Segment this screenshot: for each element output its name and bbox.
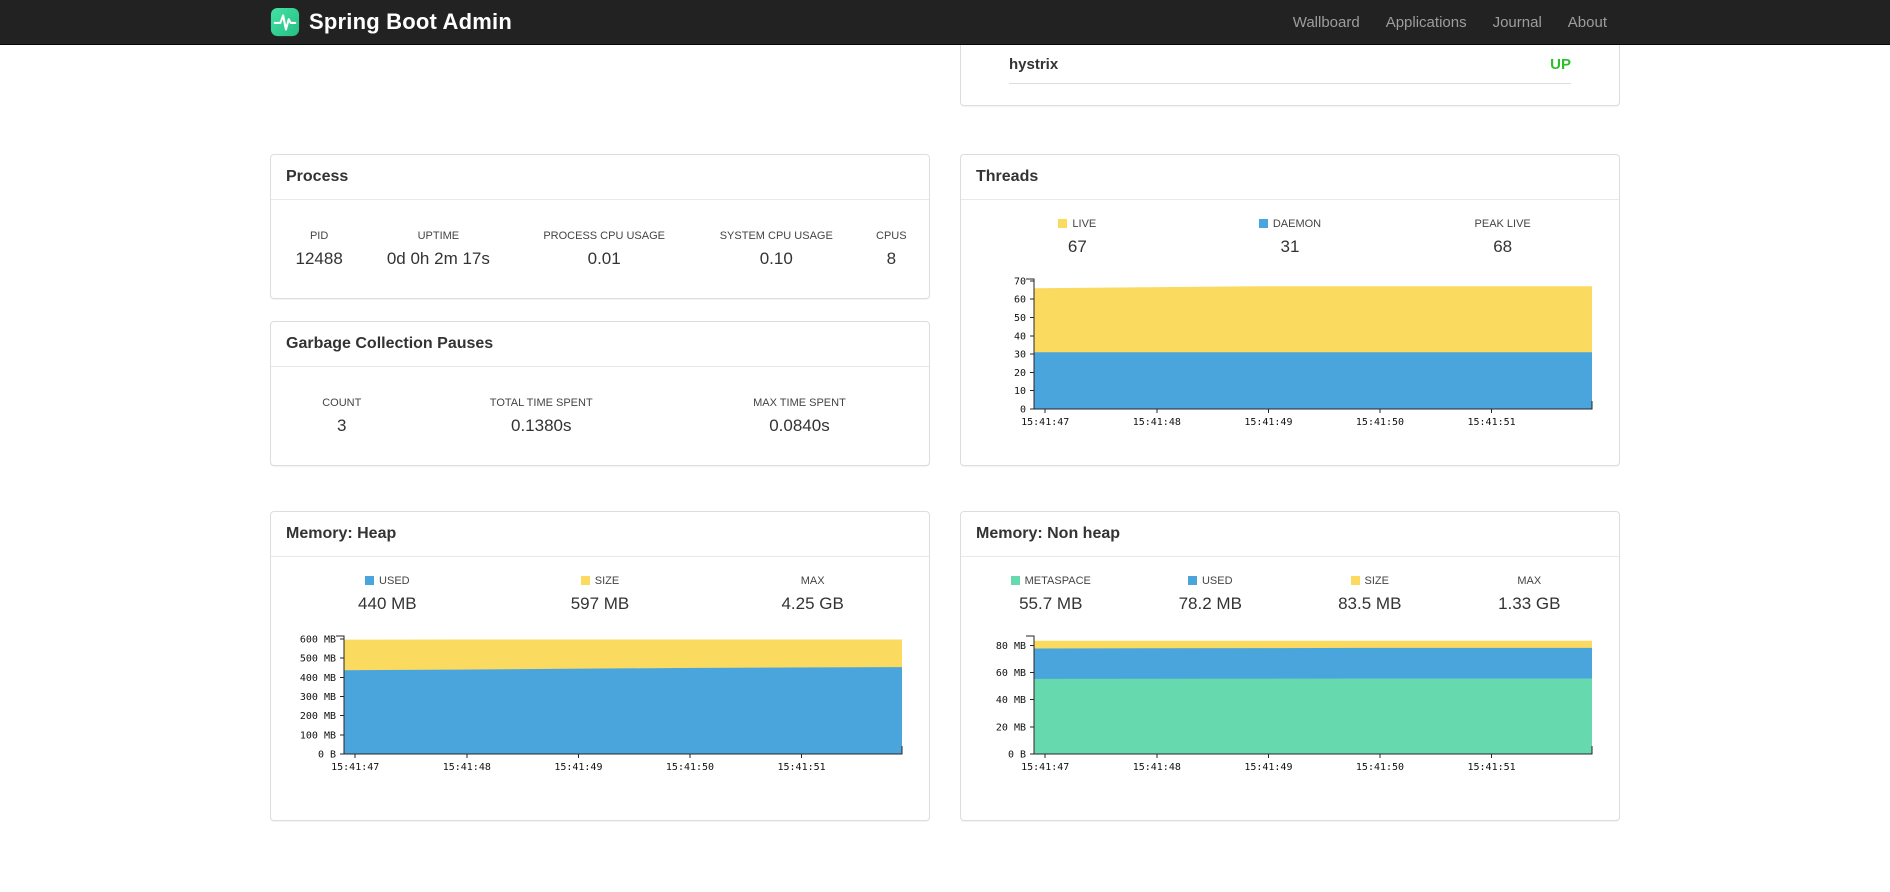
application-row[interactable]: hystrix UP	[1009, 45, 1571, 84]
stat-gc-max-time: MAX TIME SPENT 0.0840s	[753, 396, 846, 435]
svg-text:40: 40	[1014, 331, 1026, 342]
legend-metaspace: METASPACE 55.7 MB	[971, 575, 1131, 614]
nav-item-journal[interactable]: Journal	[1480, 14, 1555, 31]
nav-links: Wallboard Applications Journal About	[1280, 14, 1620, 31]
app-title: Spring Boot Admin	[309, 9, 513, 34]
legend-daemon: DAEMON 31	[1184, 218, 1397, 257]
gc-stats: COUNT 3 TOTAL TIME SPENT 0.1380s MAX TIM…	[277, 397, 923, 436]
process-panel-title: Process	[271, 155, 929, 200]
brand-link[interactable]: Spring Boot Admin	[270, 7, 512, 37]
svg-text:30: 30	[1014, 350, 1026, 361]
svg-text:60 MB: 60 MB	[996, 668, 1026, 679]
legend-live: LIVE 67	[971, 218, 1184, 257]
stat-cpus: CPUS 8	[876, 229, 907, 268]
svg-text:20: 20	[1014, 368, 1026, 379]
legend-nonheap-used: USED 78.2 MB	[1178, 575, 1242, 613]
process-panel: Process PID 12488 UPTIME 0d 0h 2m 17s PR…	[270, 154, 930, 299]
stat-uptime: UPTIME 0d 0h 2m 17s	[386, 229, 490, 268]
panel-spacer	[961, 84, 1619, 105]
threads-panel-title: Threads	[961, 155, 1619, 200]
gc-panel-title: Garbage Collection Pauses	[271, 322, 929, 367]
memory-nonheap-chart: 0 B 20 MB 40 MB 60 MB 80 MB 15:41:47 15:41:48 1…	[996, 635, 1593, 773]
spring-boot-admin-logo-icon	[270, 7, 300, 37]
svg-text:0 B: 0 B	[1008, 750, 1026, 761]
svg-text:15:41:48: 15:41:48	[1133, 762, 1181, 773]
memory-nonheap-legend: METASPACE 55.7 MB USED 78.2 MB SIZE 83.5…	[961, 557, 1619, 614]
svg-text:0 B: 0 B	[318, 750, 336, 761]
svg-text:70: 70	[1014, 276, 1026, 287]
stat-gc-total-time: TOTAL TIME SPENT 0.1380s	[489, 396, 593, 435]
svg-text:60: 60	[1014, 295, 1026, 306]
svg-text:10: 10	[1014, 386, 1026, 397]
nav-item-applications[interactable]: Applications	[1373, 14, 1480, 31]
svg-text:15:41:48: 15:41:48	[443, 762, 491, 773]
svg-text:15:41:49: 15:41:49	[554, 762, 602, 773]
svg-text:15:41:47: 15:41:47	[331, 762, 379, 773]
svg-text:0: 0	[1020, 405, 1026, 416]
application-name[interactable]: hystrix	[1009, 56, 1058, 73]
gc-panel: Garbage Collection Pauses COUNT 3 TOTAL …	[270, 321, 930, 466]
nav-item-wallboard[interactable]: Wallboard	[1280, 14, 1373, 31]
svg-text:80 MB: 80 MB	[996, 641, 1026, 652]
nav-item-about[interactable]: About	[1555, 14, 1620, 31]
svg-text:15:41:49: 15:41:49	[1244, 762, 1292, 773]
stat-process-cpu-usage: PROCESS CPU USAGE 0.01	[543, 229, 665, 268]
memory-heap-panel: Memory: Heap USED 440 MB SIZE 597 MB MAX…	[270, 511, 930, 821]
svg-text:15:41:51: 15:41:51	[1468, 762, 1516, 773]
memory-heap-legend: USED 440 MB SIZE 597 MB MAX 4.25 GB	[271, 557, 929, 614]
stat-pid: PID 12488	[295, 229, 343, 268]
row-application: hystrix UP	[270, 45, 1620, 106]
process-stats: PID 12488 UPTIME 0d 0h 2m 17s PROCESS CP…	[277, 230, 923, 269]
svg-text:15:41:47: 15:41:47	[1021, 762, 1069, 773]
left-column-spacer	[270, 45, 930, 106]
svg-text:15:41:51: 15:41:51	[778, 762, 826, 773]
nonheap-used-swatch-icon	[1187, 576, 1197, 585]
svg-text:100 MB: 100 MB	[300, 730, 336, 741]
row-memory: Memory: Heap USED 440 MB SIZE 597 MB MAX…	[270, 511, 1620, 821]
heap-size-swatch-icon	[580, 576, 590, 585]
svg-text:500 MB: 500 MB	[300, 654, 336, 665]
row-process-threads: Process PID 12488 UPTIME 0d 0h 2m 17s PR…	[270, 154, 1620, 466]
main-content: hystrix UP Process PID 12488 UPTIME 0d 0…	[255, 45, 1635, 821]
svg-text:600 MB: 600 MB	[300, 634, 336, 645]
svg-text:300 MB: 300 MB	[300, 692, 336, 703]
nonheap-size-swatch-icon	[1350, 576, 1360, 585]
svg-text:15:41:47: 15:41:47	[1021, 417, 1069, 428]
memory-nonheap-panel-title: Memory: Non heap	[961, 512, 1619, 557]
threads-chart: 0 10 20 30 40 50 60 70 15:41:47 15:41:48 15:41:49 1…	[1014, 276, 1593, 428]
legend-heap-max: MAX 4.25 GB	[781, 575, 844, 613]
metaspace-swatch-icon	[1010, 576, 1020, 585]
legend-nonheap-max: MAX 1.33 GB	[1498, 575, 1561, 613]
svg-text:15:41:48: 15:41:48	[1133, 417, 1181, 428]
svg-text:50: 50	[1014, 313, 1026, 324]
status-badge: UP	[1550, 56, 1571, 73]
svg-text:200 MB: 200 MB	[300, 711, 336, 722]
svg-text:40 MB: 40 MB	[996, 695, 1026, 706]
heap-used-swatch-icon	[365, 576, 375, 585]
live-swatch-icon	[1058, 219, 1068, 228]
memory-heap-panel-title: Memory: Heap	[271, 512, 929, 557]
threads-legend: LIVE 67 DAEMON 31 PEAK LIVE 68	[961, 200, 1619, 257]
stat-system-cpu-usage: SYSTEM CPU USAGE 0.10	[719, 229, 833, 268]
memory-heap-chart: 0 B 100 MB 200 MB 300 MB 400 MB 500 MB 600 MB 1…	[300, 634, 903, 773]
legend-peak-live: PEAK LIVE 68	[1474, 218, 1531, 256]
svg-text:15:41:50: 15:41:50	[666, 762, 714, 773]
application-status-panel: hystrix UP	[960, 45, 1620, 106]
svg-text:15:41:51: 15:41:51	[1468, 417, 1516, 428]
svg-text:20 MB: 20 MB	[996, 722, 1026, 733]
svg-text:15:41:49: 15:41:49	[1244, 417, 1292, 428]
svg-text:15:41:50: 15:41:50	[1356, 417, 1404, 428]
daemon-swatch-icon	[1258, 219, 1268, 228]
svg-text:15:41:50: 15:41:50	[1356, 762, 1404, 773]
memory-nonheap-panel: Memory: Non heap METASPACE 55.7 MB USED …	[960, 511, 1620, 821]
navbar: Spring Boot Admin Wallboard Applications…	[0, 0, 1890, 45]
legend-heap-used: USED 440 MB	[358, 575, 417, 613]
threads-panel: Threads LIVE 67 DAEMON 31 PEAK LIVE 68 0…	[960, 154, 1620, 466]
stat-gc-count: COUNT 3	[322, 396, 362, 435]
svg-text:400 MB: 400 MB	[300, 673, 336, 684]
legend-heap-size: SIZE 597 MB	[570, 575, 630, 613]
legend-nonheap-size: SIZE 83.5 MB	[1338, 575, 1402, 613]
